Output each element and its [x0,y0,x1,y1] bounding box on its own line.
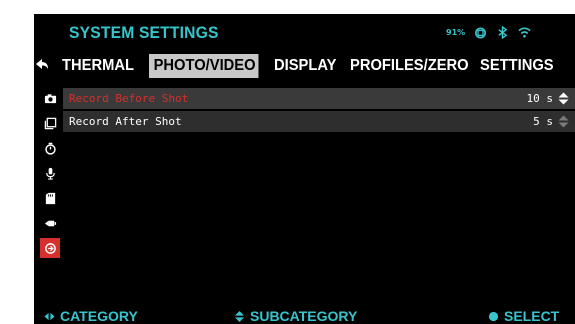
up-down-stepper-icon[interactable] [558,92,569,105]
tab-thermal[interactable]: THERMAL [62,54,134,78]
back-arrow-icon[interactable] [34,57,50,73]
sd-card-icon [45,192,55,204]
setting-value: 5 s [533,115,553,128]
video-camera-icon [44,220,56,226]
setting-value: 10 s [526,92,554,105]
settings-list: Record Before Shot 10 s Record After Sho… [63,88,575,134]
select-dot-icon [488,311,499,321]
category-timer[interactable] [40,138,60,158]
left-right-arrows-icon [44,312,55,320]
category-record-shot[interactable] [40,238,60,258]
hint-subcategory-label: SUBCATEGORY [250,308,358,324]
camera-icon [44,93,56,103]
timer-icon [44,142,56,155]
power-icon [475,27,487,39]
device-screen: SYSTEM SETTINGS 91% THERMAL PHOTO/VIDEO … [34,14,575,324]
up-down-arrows-icon [234,310,245,322]
hint-select-label: SELECT [504,308,560,324]
category-storage[interactable] [40,188,60,208]
hint-category: CATEGORY [44,308,138,324]
battery-level: 91% [446,28,466,37]
hint-category-label: CATEGORY [60,308,138,324]
tab-display[interactable]: DISPLAY [274,54,336,78]
control-hints: CATEGORY SUBCATEGORY SELECT [34,306,575,324]
gallery-icon [44,117,56,129]
tab-photo-video[interactable]: PHOTO/VIDEO [149,54,259,78]
category-audio[interactable] [40,163,60,183]
bluetooth-icon [498,26,508,39]
category-gallery[interactable] [40,113,60,133]
tab-settings[interactable]: SETTINGS [480,54,554,78]
setting-row-record-after-shot[interactable]: Record After Shot 5 s [63,111,575,132]
category-camera[interactable] [40,88,60,108]
category-sidebar [40,88,60,263]
status-bar: 91% [446,26,531,39]
category-video[interactable] [40,213,60,233]
tab-profiles-zero[interactable]: PROFILES/ZERO [350,54,469,78]
wifi-icon [518,27,531,38]
record-shot-icon [44,242,56,254]
page-title: SYSTEM SETTINGS [69,23,219,42]
setting-label: Record After Shot [69,115,182,128]
setting-label: Record Before Shot [69,92,189,105]
setting-row-record-before-shot[interactable]: Record Before Shot 10 s [63,88,575,109]
up-down-stepper-icon[interactable] [558,115,569,128]
hint-subcategory: SUBCATEGORY [234,308,357,324]
hint-select: SELECT [488,308,559,324]
microphone-icon [45,167,55,180]
